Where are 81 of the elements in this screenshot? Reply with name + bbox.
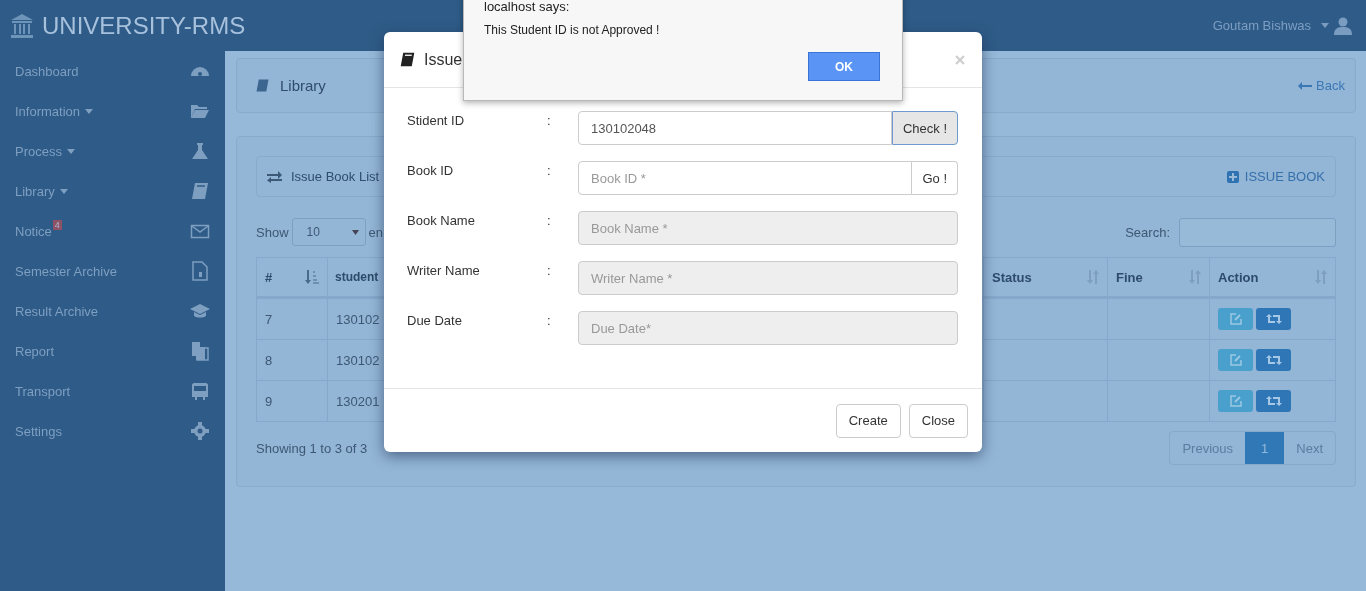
list-title: Issue Book List <box>291 169 380 184</box>
table-cell-text: 9 <box>264 392 274 411</box>
addon-button[interactable]: Go ! <box>912 161 958 195</box>
input-field[interactable]: 130102048 <box>578 111 892 145</box>
field-label: Stident ID <box>407 113 466 128</box>
column-header[interactable]: # <box>257 258 327 296</box>
edit-icon <box>1229 395 1242 407</box>
book-icon <box>399 51 416 68</box>
close-icon[interactable] <box>955 54 965 65</box>
page-button[interactable]: Previous <box>1170 432 1246 464</box>
edit-button[interactable] <box>1218 349 1253 371</box>
edit-button[interactable] <box>1218 390 1253 412</box>
settings-icon <box>190 421 210 441</box>
dialog-button[interactable]: Create <box>835 403 901 438</box>
table-cell-text: 8 <box>264 351 274 370</box>
column-header[interactable]: Action <box>1209 258 1335 296</box>
retweet-icon <box>1265 396 1282 406</box>
files-icon <box>190 341 210 361</box>
renew-button[interactable] <box>1256 308 1291 330</box>
edit-icon <box>1229 354 1242 366</box>
dialog-button[interactable]: Close <box>908 403 968 438</box>
document-icon <box>190 261 210 281</box>
column-header[interactable]: Fine <box>1107 258 1209 296</box>
search-label: Search: <box>1125 224 1170 240</box>
back-link[interactable]: Back <box>1316 78 1345 93</box>
page-size-select[interactable]: 10 <box>291 218 366 246</box>
sidebar-item[interactable]: Information <box>0 91 225 131</box>
sidebar-item[interactable]: Report <box>0 331 225 371</box>
building-icon <box>10 12 34 39</box>
addon-button[interactable]: Check ! <box>891 111 958 145</box>
page-button[interactable]: 1 <box>1245 432 1285 464</box>
table-cell-text: 7 <box>264 310 274 329</box>
page-title: Library <box>280 77 326 94</box>
notification-badge: 4 <box>52 220 62 230</box>
show-label: Show <box>256 224 289 240</box>
search-field[interactable] <box>1179 217 1336 247</box>
field-label: Book ID <box>407 163 455 178</box>
sidebar-item[interactable]: Dashboard <box>0 51 225 91</box>
caret-icon <box>351 229 359 235</box>
alert-title: localhost says: <box>484 0 571 14</box>
edit-icon <box>1229 313 1242 325</box>
dialog-title: Issue <box>424 50 463 69</box>
retweet-icon <box>1265 314 1282 324</box>
field-label: Writer Name <box>407 263 481 278</box>
alert-message: This Student ID is not Approved ! <box>484 23 661 37</box>
sidebar-item[interactable]: Result Archive <box>0 291 225 331</box>
sidebar-item[interactable]: Process <box>0 131 225 171</box>
sidebar-item[interactable]: Library <box>0 171 225 211</box>
book-icon <box>255 78 270 93</box>
arrow-left-icon <box>1298 81 1313 90</box>
renew-button[interactable] <box>1256 390 1291 412</box>
edit-button[interactable] <box>1218 308 1253 330</box>
colon-separator: : <box>547 313 552 328</box>
ok-button[interactable]: OK <box>808 52 880 81</box>
colon-separator: : <box>547 213 552 228</box>
app-title: UNIVERSITY-RMS <box>42 11 246 40</box>
field-label: Book Name <box>407 213 476 228</box>
colon-separator: : <box>547 163 552 178</box>
sidebar-item[interactable]: Semester Archive <box>0 251 225 291</box>
caret-icon <box>1321 23 1329 28</box>
swap-arrows-icon <box>267 170 282 183</box>
issue-book-link[interactable]: ISSUE BOOK <box>1244 169 1325 184</box>
sidebar-item[interactable]: Settings <box>0 411 225 451</box>
table-info: Showing 1 to 3 of 3 <box>256 440 368 456</box>
user-menu[interactable]: Goutam Bishwas <box>1212 16 1352 35</box>
retweet-icon <box>1265 355 1282 365</box>
column-header[interactable]: Status <box>983 258 1107 296</box>
colon-separator: : <box>547 113 552 128</box>
colon-separator: : <box>547 263 552 278</box>
bus-icon <box>190 381 210 401</box>
user-icon <box>1334 16 1352 35</box>
entries-label: en <box>368 224 383 240</box>
input-field[interactable]: Book ID * <box>578 161 913 195</box>
sidebar-item[interactable]: Transport <box>0 371 225 411</box>
renew-button[interactable] <box>1256 349 1291 371</box>
field-label: Due Date <box>407 313 463 328</box>
page-button[interactable]: Next <box>1284 432 1335 464</box>
sidebar-item[interactable]: Notice 4 <box>0 211 225 251</box>
flask-icon <box>190 141 210 161</box>
book-icon <box>190 181 210 201</box>
plus-square-icon <box>1226 170 1239 183</box>
